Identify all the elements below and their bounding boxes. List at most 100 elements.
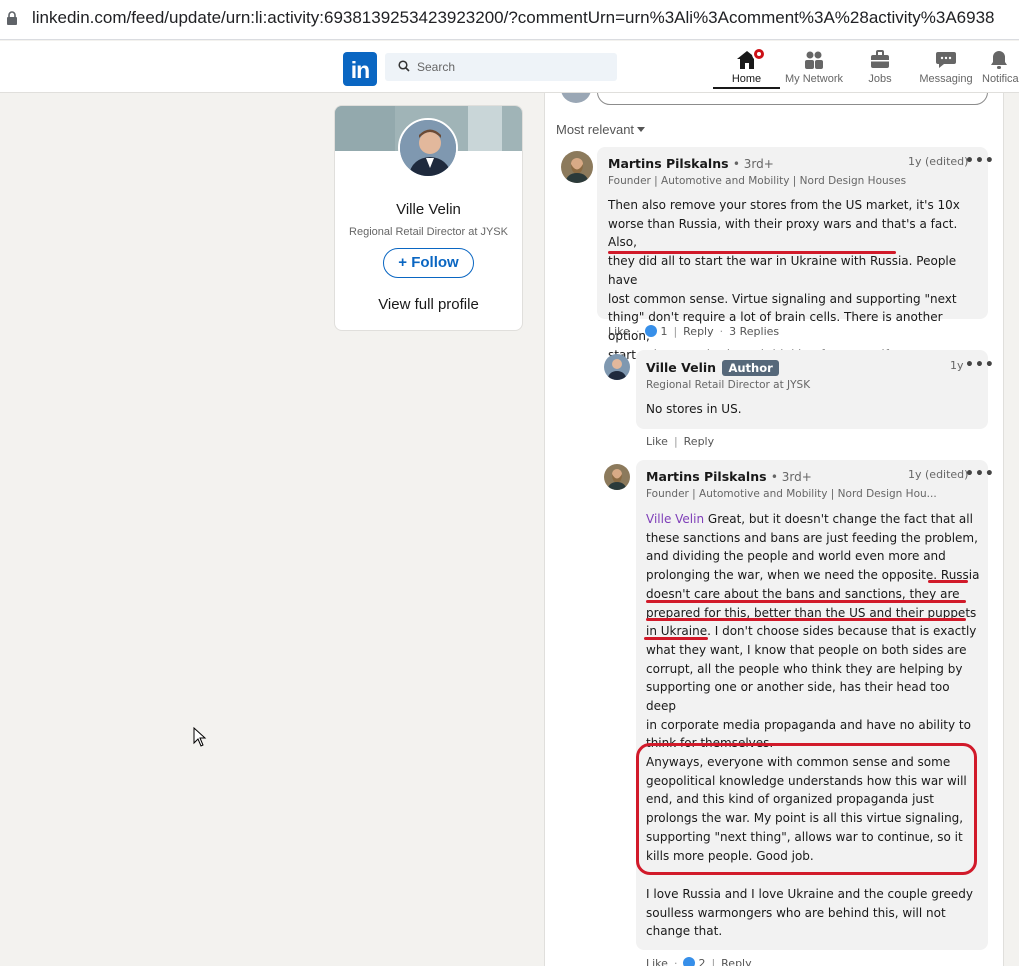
comment-text: Then also remove your stores from the US… [608, 196, 980, 364]
profile-headline: Regional Retail Director at JYSK [349, 226, 508, 238]
commenter-headline: Regional Retail Director at JYSK [646, 379, 811, 391]
commenter-avatar[interactable] [604, 464, 630, 490]
replies-count-link[interactable]: 3 Replies [729, 325, 779, 338]
current-user-avatar [561, 93, 591, 103]
caret-down-icon [637, 127, 646, 132]
search-input[interactable]: Search [385, 53, 617, 81]
like-reaction-icon [683, 957, 696, 966]
comment-line: Ville Velin Great, but it doesn't change… [646, 510, 981, 529]
add-comment-input[interactable] [597, 93, 988, 105]
annotation-underline [928, 580, 968, 583]
like-button[interactable]: Like [646, 957, 668, 966]
nav-my-network[interactable]: My Network [781, 47, 847, 91]
profile-avatar[interactable] [398, 118, 458, 178]
more-options-icon[interactable]: ••• [965, 357, 995, 373]
annotation-underline [644, 637, 708, 640]
commenter-avatar[interactable] [561, 151, 593, 183]
search-placeholder: Search [417, 60, 456, 74]
annotation-underline [646, 618, 966, 621]
comment-line: Then also remove your stores from the US… [608, 198, 960, 212]
comment-line: and dividing the people and world even m… [646, 549, 946, 564]
nav-label: Home [731, 73, 762, 85]
comment-line: soulless warmongers who are behind this,… [646, 905, 946, 920]
annotation-underline [608, 251, 896, 254]
commenter-headline: Founder | Automotive and Mobility | Nord… [608, 175, 907, 187]
comment-line: in corporate media propaganda and have n… [646, 717, 971, 732]
search-icon [398, 60, 410, 72]
nav-home[interactable]: Home [713, 47, 780, 89]
comment-line: lost common sense. Virtue signaling and … [608, 291, 957, 306]
comment-time: 1y [950, 359, 964, 372]
nav-label: My Network [784, 73, 844, 85]
person-photo-icon [604, 464, 630, 490]
commenter-name-text: Ville Velin [646, 360, 717, 375]
reaction-count[interactable]: 2 [698, 957, 705, 966]
comments-section: Most relevant Martins Pilskalns • 3rd+ 1… [544, 93, 1004, 966]
nav-label: Jobs [868, 73, 892, 85]
comment-time: 1y (edited) [908, 468, 969, 481]
nav-notifications[interactable]: Notifica [978, 47, 1019, 91]
author-badge: Author [722, 360, 779, 376]
lock-icon [7, 11, 17, 25]
profile-card: Ville Velin Regional Retail Director at … [334, 105, 523, 331]
annotation-box [636, 743, 977, 875]
briefcase-icon [871, 50, 889, 68]
comment-line: corrupt, all the people who think they a… [646, 661, 963, 676]
view-full-profile-link[interactable]: View full profile [335, 296, 522, 313]
connection-degree: • 3rd+ [732, 157, 774, 171]
commenter-avatar[interactable] [604, 354, 630, 380]
reaction-count[interactable]: 1 [660, 325, 667, 338]
nav-jobs[interactable]: Jobs [855, 47, 905, 91]
comment-actions: Like · 1 | Reply · 3 Replies [608, 325, 780, 338]
commenter-name[interactable]: Martins Pilskalns • 3rd+ [646, 469, 812, 484]
annotation-underline [646, 600, 966, 603]
reply-button[interactable]: Reply [721, 957, 751, 966]
notification-dot [752, 47, 766, 61]
network-icon [805, 51, 823, 69]
comment-paragraph: I love Russia and I love Ukraine and the… [646, 885, 981, 941]
sort-label: Most relevant [556, 122, 635, 137]
commenter-name-text: Martins Pilskalns [608, 156, 729, 171]
comment-line-text: Great, but it doesn't change the fact th… [704, 512, 973, 526]
sort-dropdown[interactable]: Most relevant [556, 122, 646, 137]
like-button[interactable]: Like [646, 435, 668, 448]
top-nav: in Search Home My Network Jobs Messaging… [0, 41, 1019, 93]
connection-degree: • 3rd+ [770, 470, 812, 484]
follow-button[interactable]: + Follow [383, 248, 474, 278]
chat-icon [936, 52, 956, 68]
comment-line: change that. [646, 924, 723, 939]
nav-label: Notifica [982, 73, 1019, 85]
commenter-name-text: Martins Pilskalns [646, 469, 767, 484]
comment-line: supporting one or another side, has thei… [646, 680, 950, 714]
comment-actions: Like | Reply [646, 435, 715, 448]
person-photo-icon [604, 354, 630, 380]
reply-button[interactable]: Reply [683, 325, 713, 338]
more-options-icon[interactable]: ••• [965, 466, 995, 482]
mouse-cursor-icon [193, 727, 207, 747]
comment-line: they did all to start the war in Ukraine… [608, 254, 957, 287]
comment-line: worse than Russia, with their proxy wars… [608, 216, 958, 250]
commenter-name[interactable]: Martins Pilskalns • 3rd+ [608, 156, 774, 171]
comment-line: these sanctions and bans are just feedin… [646, 530, 978, 545]
reply-button[interactable]: Reply [684, 435, 714, 448]
nav-label: Messaging [919, 73, 973, 85]
commenter-name[interactable]: Ville Velin Author [646, 360, 779, 376]
commenter-headline: Founder | Automotive and Mobility | Nord… [646, 488, 937, 500]
comment-actions: Like · 2 | Reply [646, 957, 752, 966]
comment-time: 1y (edited) [908, 155, 969, 168]
nav-messaging[interactable]: Messaging [914, 47, 978, 91]
like-reaction-icon [645, 325, 658, 337]
comment-text: No stores in US. [646, 402, 742, 416]
more-options-icon[interactable]: ••• [965, 153, 995, 169]
url-text[interactable]: linkedin.com/feed/update/urn:li:activity… [32, 8, 995, 28]
profile-name[interactable]: Ville Velin [335, 201, 522, 218]
bell-icon [991, 51, 1007, 69]
mention-link[interactable]: Ville Velin [646, 512, 704, 526]
like-button[interactable]: Like [608, 325, 630, 338]
comment-line: I love Russia and I love Ukraine and the… [646, 887, 973, 901]
comment-line: what they want, I know that people on bo… [646, 642, 967, 657]
linkedin-logo[interactable]: in [343, 52, 377, 86]
comment-text: Ville Velin Great, but it doesn't change… [646, 510, 981, 753]
person-photo-icon [561, 151, 593, 183]
browser-url-bar[interactable]: linkedin.com/feed/update/urn:li:activity… [0, 0, 1019, 40]
